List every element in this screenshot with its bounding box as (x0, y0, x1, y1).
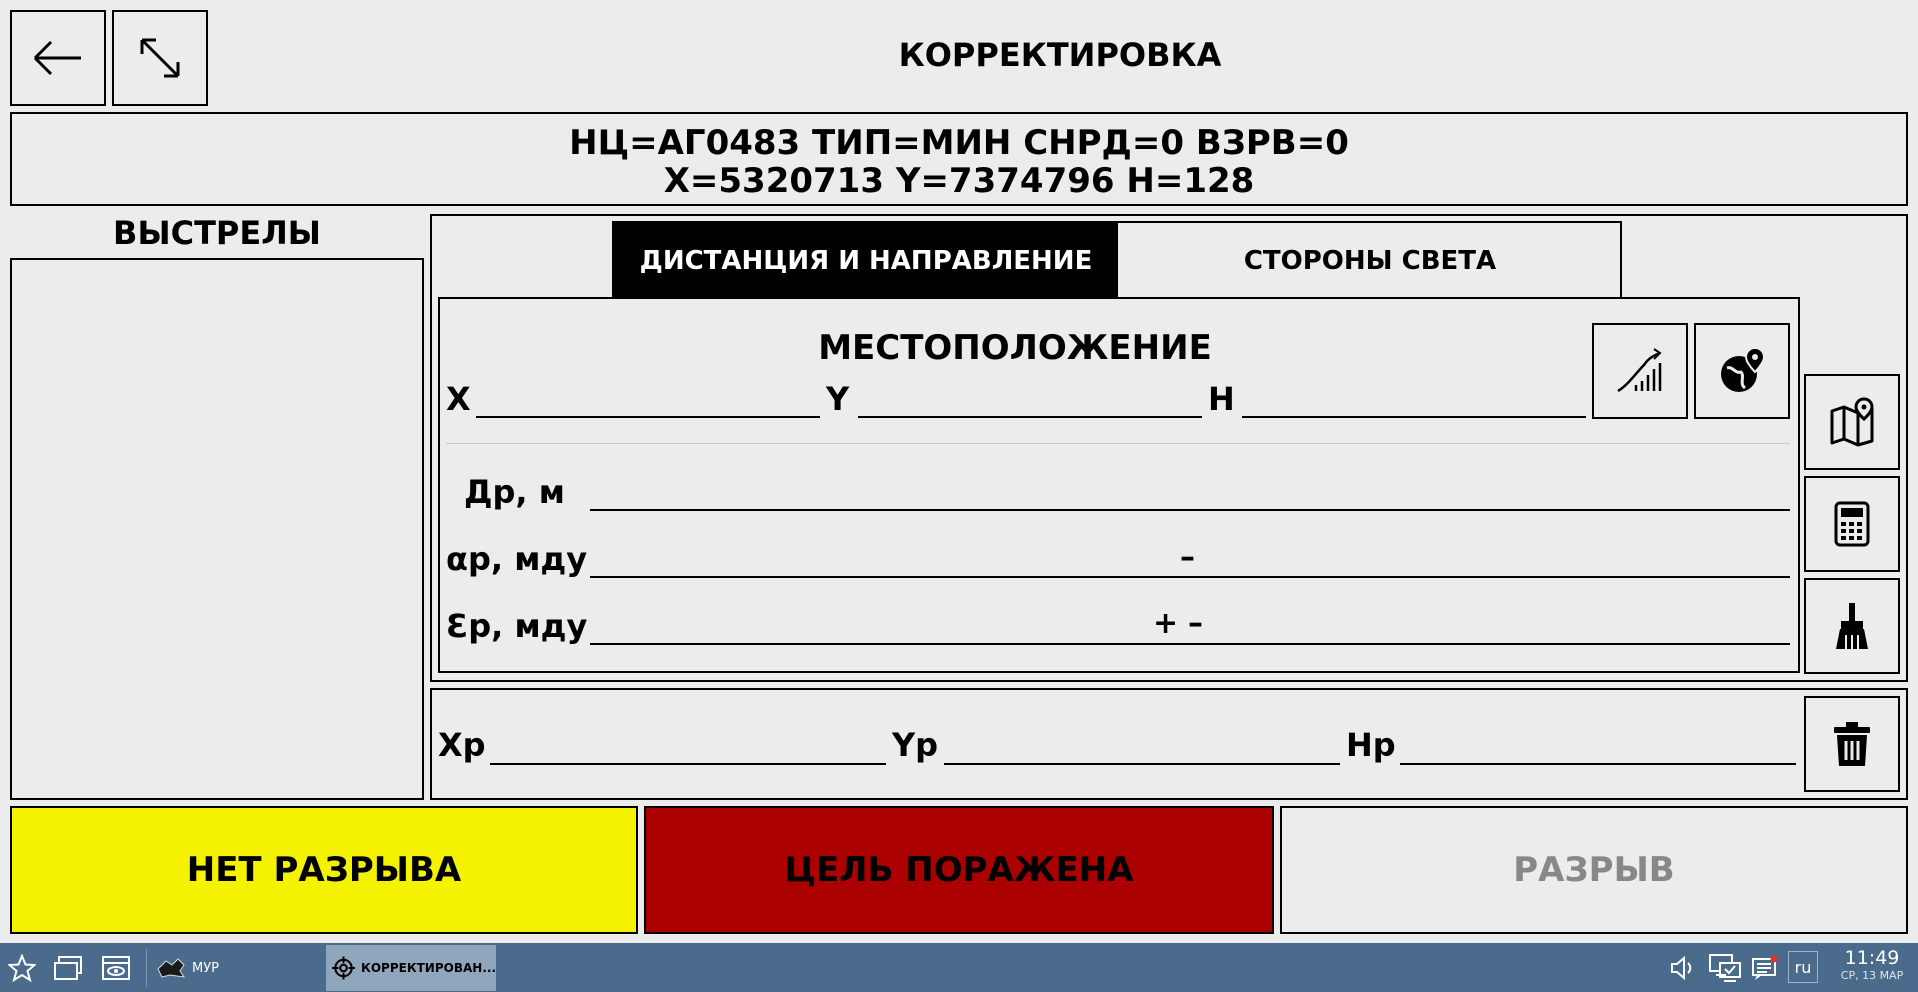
location-title: МЕСТОПОЛОЖЕНИЕ (818, 328, 1212, 368)
calculator-button[interactable] (1804, 476, 1900, 572)
target-info-line1: НЦ=АГ0483 ТИП=МИН СНРД=0 ВЗРВ=0 (569, 123, 1349, 163)
desktop-button[interactable] (98, 951, 134, 985)
h-field[interactable] (1242, 416, 1586, 418)
x-label: X (446, 380, 471, 418)
windows-button[interactable] (50, 951, 86, 985)
network-button[interactable] (1706, 951, 1744, 985)
clock-date: СР, 13 МАР (1840, 969, 1904, 982)
azimuth-minus-sign[interactable]: – (1180, 540, 1195, 575)
distance-label: Др, м (464, 473, 565, 511)
notifications-icon (1752, 955, 1778, 980)
target-info-panel: НЦ=АГ0483 ТИП=МИН СНРД=0 ВЗРВ=0 X=532071… (10, 112, 1908, 206)
delete-button[interactable] (1804, 696, 1900, 792)
taskbar: МУР КОРРЕКТИРОВАН... ru 11:49 СР, 13 МАР (0, 943, 1918, 992)
taskbar-separator (146, 949, 147, 987)
map-button[interactable] (1804, 374, 1900, 470)
y-field[interactable] (858, 416, 1202, 418)
expand-icon (140, 38, 180, 78)
xr-label: Xр (438, 726, 486, 764)
clock[interactable]: 11:49 СР, 13 МАР (1830, 947, 1914, 989)
globe-pin-icon (1721, 346, 1766, 392)
desktop-eye-icon (102, 956, 130, 980)
taskbar-app-correction-label: КОРРЕКТИРОВАН... (361, 961, 496, 975)
elevation-label: Ɛр, мду (446, 607, 588, 645)
notifications-button[interactable] (1748, 951, 1782, 985)
network-monitor-icon (1709, 954, 1741, 982)
elevation-profile-button[interactable] (1592, 323, 1688, 419)
clear-button[interactable] (1804, 578, 1900, 674)
globe-location-button[interactable] (1694, 323, 1790, 419)
mur-app-icon (157, 958, 186, 978)
yr-label: Yр (892, 726, 939, 764)
map-pin-icon (1830, 397, 1874, 447)
y-label: Y (826, 380, 850, 418)
tab-cardinal-directions[interactable]: СТОРОНЫ СВЕТА (1120, 223, 1620, 299)
elevation-field[interactable] (590, 643, 1790, 645)
crosshair-icon (332, 956, 356, 980)
back-button[interactable] (10, 10, 106, 106)
star-icon (8, 954, 36, 982)
hr-field[interactable] (1400, 763, 1796, 765)
page-title: КОРРЕКТИРОВКА (898, 36, 1222, 74)
clock-time: 11:49 (1844, 947, 1900, 969)
distance-field[interactable] (590, 509, 1790, 511)
h-label: H (1208, 380, 1235, 418)
language-indicator[interactable]: ru (1788, 951, 1818, 983)
target-info-line2: X=5320713 Y=7374796 H=128 (663, 161, 1255, 201)
elevation-plus-sign[interactable]: + (1153, 606, 1178, 641)
fullscreen-button[interactable] (112, 10, 208, 106)
start-menu-button[interactable] (4, 951, 40, 985)
burst-button[interactable]: РАЗРЫВ (1280, 806, 1908, 934)
speaker-icon (1671, 956, 1692, 980)
taskbar-app-mur-label: МУР (192, 960, 219, 976)
arrow-left-icon (33, 40, 81, 76)
no-burst-button[interactable]: НЕТ РАЗРЫВА (10, 806, 638, 934)
shots-list[interactable] (10, 258, 424, 800)
xr-field[interactable] (490, 763, 886, 765)
shots-title: ВЫСТРЕЛЫ (113, 214, 321, 252)
yr-field[interactable] (944, 763, 1340, 765)
azimuth-field[interactable] (590, 576, 1790, 578)
taskbar-app-correction[interactable]: КОРРЕКТИРОВАН... (326, 945, 496, 991)
target-hit-button[interactable]: ЦЕЛЬ ПОРАЖЕНА (644, 806, 1274, 934)
tab-distance-direction[interactable]: ДИСТАНЦИЯ И НАПРАВЛЕНИЕ (614, 223, 1118, 299)
hr-label: Hр (1346, 726, 1396, 764)
calculator-icon (1834, 501, 1870, 547)
broom-icon (1836, 603, 1868, 649)
taskbar-app-mur[interactable]: МУР (156, 949, 316, 987)
x-field[interactable] (476, 416, 820, 418)
elevation-profile-icon (1617, 348, 1662, 393)
elevation-minus-sign[interactable]: – (1188, 606, 1203, 641)
result-panel (430, 688, 1908, 800)
windows-icon (54, 956, 82, 980)
language-label: ru (1794, 957, 1812, 977)
volume-button[interactable] (1666, 951, 1700, 985)
section-divider (446, 443, 1790, 444)
trash-icon (1834, 722, 1870, 766)
azimuth-label: αр, мду (446, 540, 588, 578)
